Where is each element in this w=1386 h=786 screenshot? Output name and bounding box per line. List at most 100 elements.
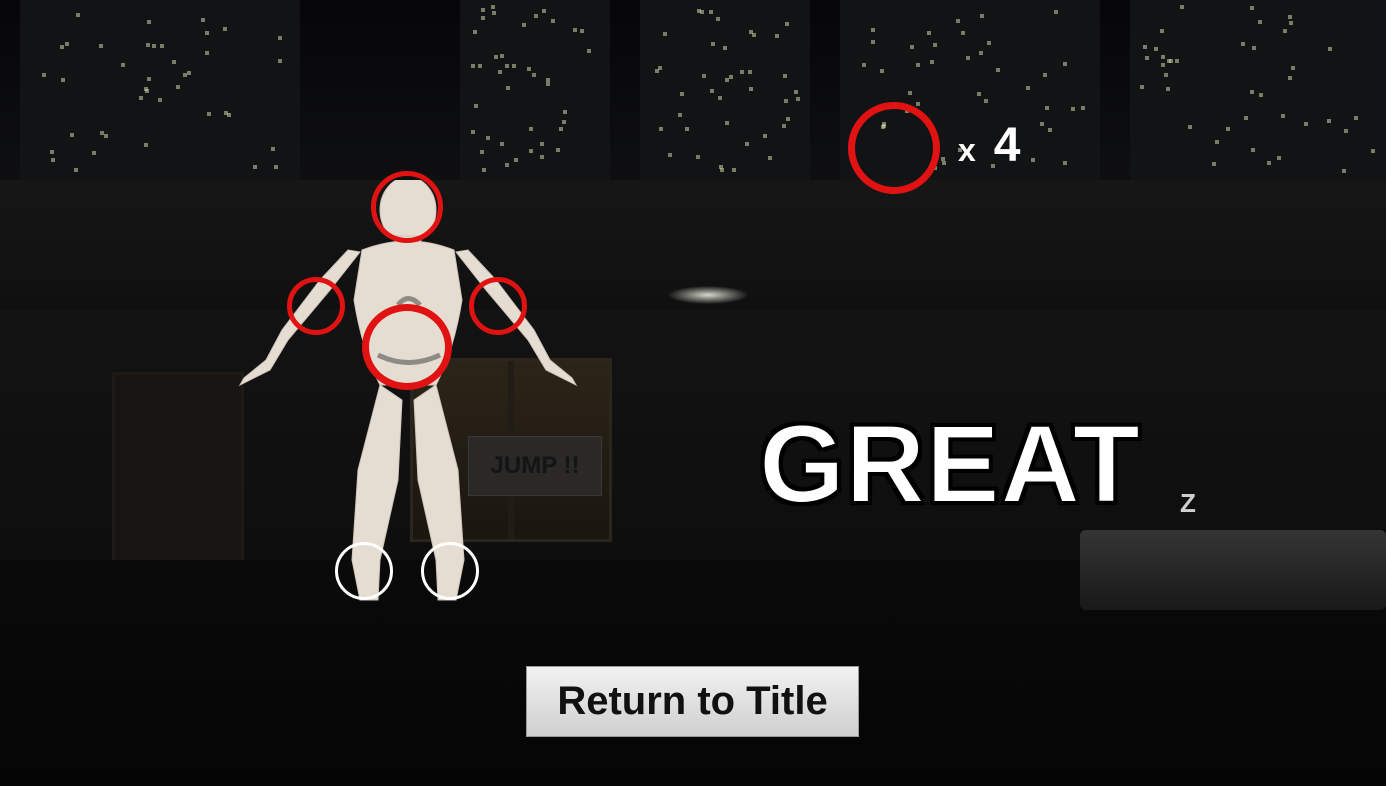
building-window-light xyxy=(1343,128,1348,133)
building-window-light xyxy=(152,43,157,48)
building-window-light xyxy=(504,162,509,167)
building-window-light xyxy=(529,148,534,153)
building-window-light xyxy=(699,9,704,14)
building-window-light xyxy=(927,31,932,36)
return-to-title-button[interactable]: Return to Title xyxy=(526,666,859,737)
right-hand-target-ring xyxy=(287,277,345,335)
building-window-light xyxy=(708,10,713,15)
building-window-light xyxy=(480,16,485,21)
building-window-light xyxy=(785,22,790,27)
building-window-light xyxy=(1243,115,1248,120)
building-window-light xyxy=(701,73,706,78)
building-window-light xyxy=(65,41,70,46)
building-window-light xyxy=(1062,161,1067,166)
building-window-light xyxy=(512,63,517,68)
building-window-light xyxy=(223,26,228,31)
building-window-light xyxy=(98,44,103,49)
ceiling-lamp xyxy=(668,286,748,304)
building-window-light xyxy=(172,59,177,64)
building-window-light xyxy=(1240,42,1245,47)
building-window-light xyxy=(491,5,496,10)
counter-value: 4 xyxy=(993,119,1021,172)
building-window-light xyxy=(785,116,790,121)
building-window-light xyxy=(270,146,275,151)
building-window-light xyxy=(930,60,935,65)
left-hand-target-ring xyxy=(469,277,527,335)
building-window-light xyxy=(207,111,212,116)
pose-figure xyxy=(230,171,590,610)
building-window-light xyxy=(499,142,504,147)
building-window-light xyxy=(684,127,689,132)
building-window-light xyxy=(561,120,566,125)
building-window-light xyxy=(720,168,725,173)
rating-text: GREAT xyxy=(758,403,1141,526)
building-window-light xyxy=(1288,21,1293,26)
building-window-light xyxy=(978,51,983,56)
building-window-light xyxy=(749,87,754,92)
building-window-light xyxy=(274,165,279,170)
building-window-light xyxy=(540,154,545,159)
building-window-light xyxy=(659,127,664,132)
building-window-light xyxy=(513,158,518,163)
right-foot-target-ring xyxy=(335,542,393,600)
building-window-light xyxy=(695,154,700,159)
building-window-light xyxy=(278,36,283,41)
mannequin-icon xyxy=(238,176,578,601)
building-window-light xyxy=(175,85,180,90)
building-window-light xyxy=(1140,85,1145,90)
building-window-light xyxy=(1276,155,1281,160)
building-window-light xyxy=(1341,169,1346,174)
building-window-light xyxy=(965,55,970,60)
building-window-light xyxy=(916,63,921,68)
building-window-light xyxy=(121,62,126,67)
building-window-light xyxy=(718,96,723,101)
building-window-light xyxy=(92,150,97,155)
skyscraper xyxy=(640,0,810,180)
building-window-light xyxy=(139,95,143,100)
building-window-light xyxy=(204,31,209,36)
building-window-light xyxy=(144,143,149,148)
building-window-light xyxy=(1303,121,1308,126)
building-window-light xyxy=(1287,76,1292,81)
building-window-light xyxy=(655,69,660,74)
building-window-light xyxy=(470,64,475,69)
building-window-light xyxy=(278,58,283,63)
building-window-light xyxy=(1143,45,1148,50)
building-window-light xyxy=(1045,106,1050,111)
building-window-light xyxy=(1188,125,1193,130)
building-window-light xyxy=(782,73,787,78)
building-window-light xyxy=(1070,107,1075,112)
building-window-light xyxy=(497,69,502,74)
building-window-light xyxy=(1159,28,1164,33)
building-window-light xyxy=(1214,139,1219,144)
building-window-light xyxy=(932,43,937,48)
building-window-light xyxy=(1287,15,1292,20)
building-window-light xyxy=(1211,161,1216,166)
building-window-light xyxy=(745,141,750,146)
building-window-light xyxy=(50,150,55,154)
building-window-light xyxy=(941,161,946,166)
building-window-light xyxy=(716,17,721,22)
building-window-light xyxy=(983,98,988,103)
building-window-light xyxy=(940,157,945,162)
building-window-light xyxy=(1266,160,1271,165)
building-window-light xyxy=(662,31,667,36)
building-window-light xyxy=(961,30,966,35)
building-window-light xyxy=(1353,115,1358,120)
building-window-light xyxy=(1257,20,1262,25)
building-window-light xyxy=(504,64,509,69)
building-window-light xyxy=(471,129,476,134)
building-window-light xyxy=(473,30,478,35)
building-window-light xyxy=(480,150,485,155)
building-window-light xyxy=(724,120,729,125)
building-window-light xyxy=(1167,59,1172,64)
building-window-light xyxy=(795,96,800,101)
building-window-light xyxy=(61,78,66,83)
building-window-light xyxy=(1153,47,1158,52)
building-window-light xyxy=(1259,92,1264,97)
building-window-light xyxy=(870,39,875,44)
building-window-light xyxy=(481,168,486,173)
building-window-light xyxy=(539,142,544,147)
building-window-light xyxy=(1251,46,1256,51)
building-window-light xyxy=(739,70,744,75)
